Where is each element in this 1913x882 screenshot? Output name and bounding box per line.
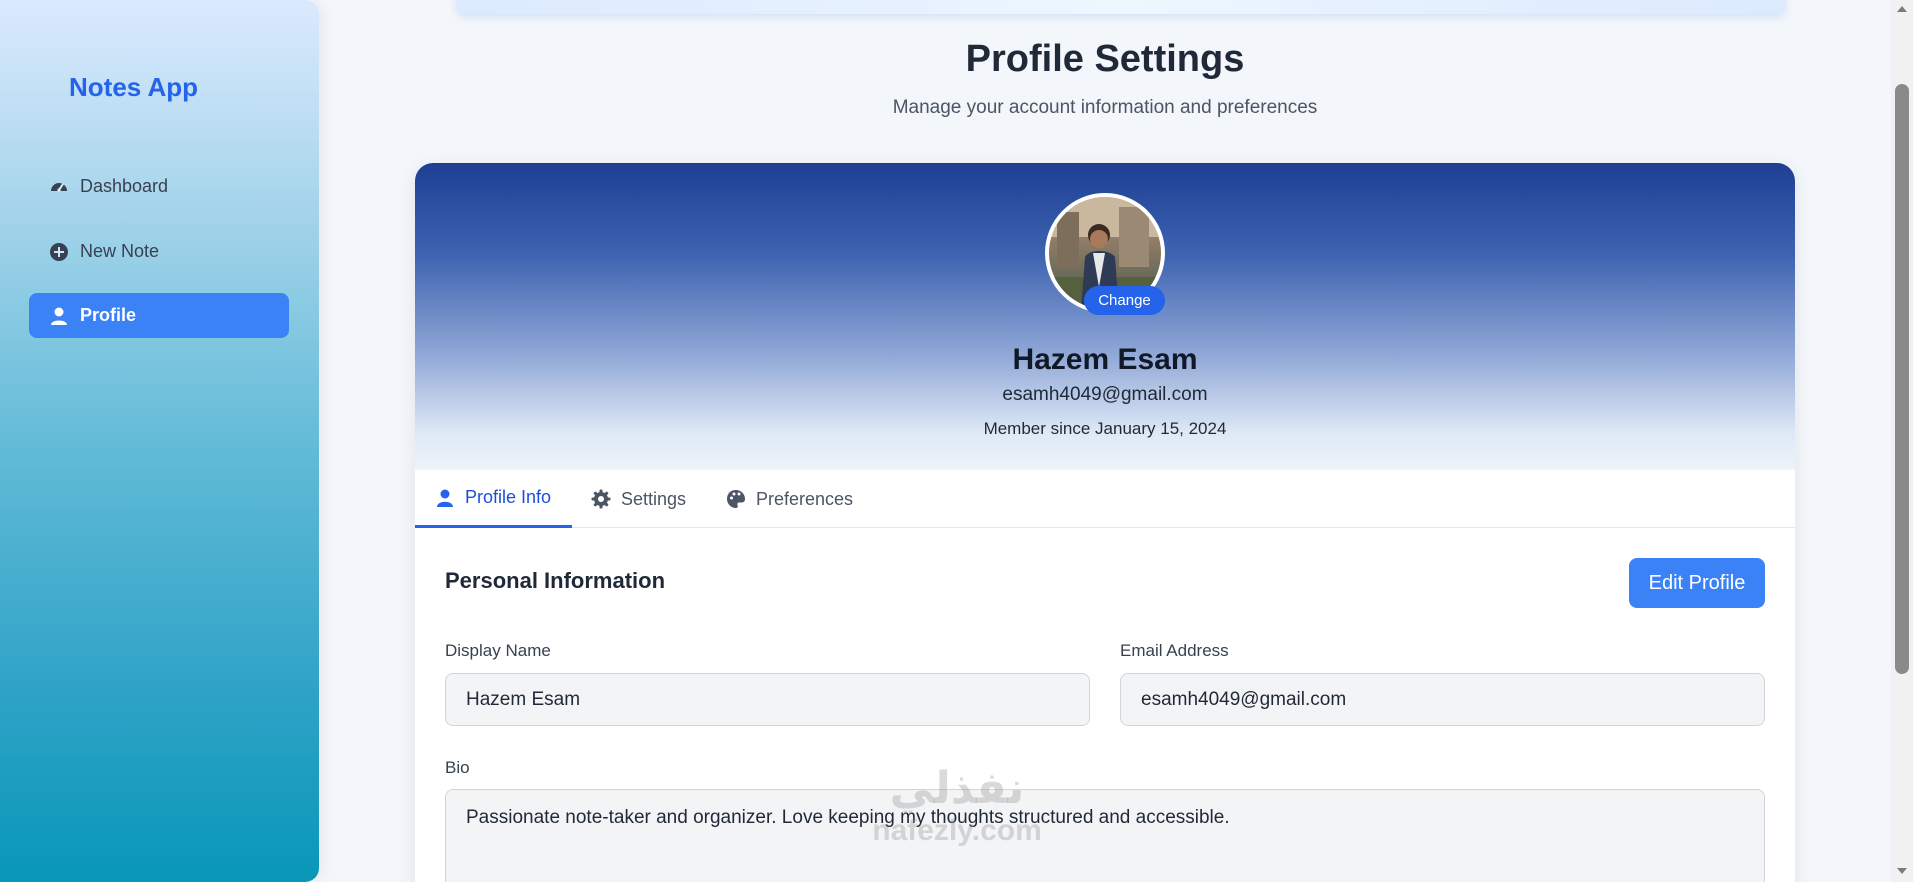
sidebar-item-label: New Note (80, 241, 160, 261)
change-avatar-button[interactable]: Change (1084, 286, 1165, 315)
user-icon (49, 306, 69, 326)
member-since: Member since January 15, 2024 (983, 419, 1227, 438)
sidebar-item-new-note[interactable]: New Note (29, 229, 289, 274)
display-name-field[interactable] (445, 673, 1090, 726)
page-title: Profile Settings (965, 38, 1245, 80)
bio-label: Bio (445, 758, 470, 777)
top-header-bar (456, 0, 1786, 14)
profile-name: Hazem Esam (1012, 343, 1198, 376)
app-page: Notes App Dashboard New Note Profile Pro… (0, 0, 1913, 882)
scroll-up-arrow-icon[interactable] (1897, 6, 1907, 12)
plus-circle-icon (49, 242, 69, 262)
avatar-container: Change (1045, 193, 1165, 315)
page-subtitle: Manage your account information and pref… (892, 97, 1318, 118)
profile-card: Change Hazem Esam esamh4049@gmail.com Me… (415, 163, 1795, 882)
scroll-down-arrow-icon[interactable] (1897, 868, 1907, 874)
profile-hero: Change Hazem Esam esamh4049@gmail.com Me… (415, 163, 1795, 470)
tab-settings[interactable]: Settings (591, 470, 686, 528)
tab-label: Profile Info (465, 487, 552, 507)
email-label: Email Address (1120, 641, 1229, 660)
sidebar-item-label: Profile (80, 305, 137, 325)
palette-icon (726, 489, 746, 509)
display-name-label: Display Name (445, 641, 551, 660)
user-icon (435, 488, 455, 508)
tab-label: Preferences (756, 488, 854, 509)
dashboard-gauge-icon (49, 177, 69, 197)
profile-tabs: Profile Info Settings Preferences (415, 470, 1795, 528)
gear-icon (591, 489, 611, 509)
sidebar-item-label: Dashboard (80, 176, 169, 196)
sidebar-item-profile[interactable]: Profile (29, 293, 289, 338)
email-field[interactable] (1120, 673, 1765, 726)
profile-email: esamh4049@gmail.com (1002, 384, 1208, 405)
bio-field[interactable]: Passionate note-taker and organizer. Lov… (445, 789, 1765, 882)
tab-preferences[interactable]: Preferences (726, 470, 853, 528)
tab-label: Settings (621, 488, 687, 509)
edit-profile-button[interactable]: Edit Profile (1629, 558, 1765, 608)
scrollbar-thumb[interactable] (1895, 84, 1909, 674)
section-title: Personal Information (445, 568, 666, 593)
sidebar: Notes App Dashboard New Note Profile (0, 0, 319, 882)
scrollbar[interactable] (1891, 0, 1913, 882)
tab-profile-info[interactable]: Profile Info (415, 470, 572, 528)
sidebar-item-dashboard[interactable]: Dashboard (29, 164, 289, 209)
